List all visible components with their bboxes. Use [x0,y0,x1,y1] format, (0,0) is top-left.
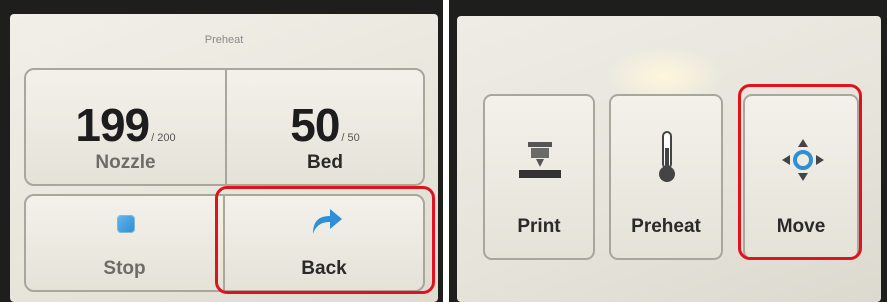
screen-title: Preheat [204,34,244,46]
nozzle-reading: 199/ 200 [26,98,225,152]
bed-label: Bed [307,152,343,173]
bed-reading: 50/ 50 [227,98,423,152]
bed-tile: 50/ 50 Bed [225,68,425,186]
move-highlight [738,84,862,260]
nozzle-tile: 199/ 200 Nozzle [24,68,227,186]
right-photo: Print Preheat Move [449,0,887,302]
bed-target-temp: / 50 [341,132,360,144]
print-head-icon [517,140,563,180]
back-highlight [215,186,435,294]
thermometer-icon [655,130,679,184]
print-label: Print [517,216,561,237]
stop-label: Stop [103,258,146,279]
nozzle-current-temp: 199 [75,99,150,151]
bed-current-temp: 50 [290,99,340,151]
preheat-button[interactable]: Preheat [609,94,723,260]
stop-button[interactable]: Stop [24,194,225,292]
stop-icon [118,216,134,232]
print-button[interactable]: Print [483,94,595,260]
left-photo: Preheat 199/ 200 Nozzle 50/ 50 Bed Stop [0,0,443,302]
nozzle-label: Nozzle [95,152,156,173]
nozzle-target-temp: / 200 [151,132,176,144]
preheat-label: Preheat [631,216,701,237]
